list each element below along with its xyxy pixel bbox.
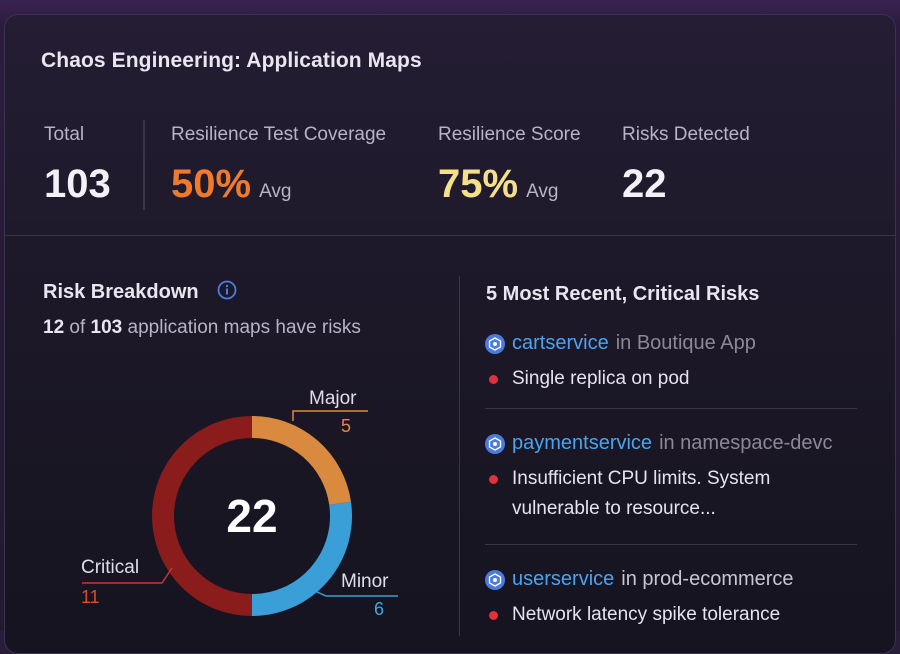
service-link-paymentservice[interactable]: paymentservice	[512, 432, 652, 455]
major-count: 5	[341, 416, 352, 436]
donut-total: 22	[226, 490, 278, 542]
risk-description: Single replica on pod	[512, 368, 690, 389]
critical-dot-icon	[489, 611, 498, 620]
risk-item[interactable]: paymentservice in namespace-devc Insuffi…	[485, 432, 865, 524]
critical-dot-icon	[489, 375, 498, 384]
stat-risks-value: 22	[622, 160, 667, 208]
critical-count: 11	[81, 587, 100, 607]
list-divider	[485, 544, 857, 545]
critical-label: Critical	[81, 557, 140, 578]
service-link-userservice[interactable]: userservice	[512, 568, 614, 591]
minor-label: Minor	[341, 571, 389, 592]
kubernetes-icon	[485, 433, 505, 454]
service-link-cartservice[interactable]: cartservice	[512, 332, 609, 355]
stat-risks-label: Risks Detected	[622, 124, 750, 145]
service-context: in namespace-devc	[659, 432, 833, 454]
major-leader-line	[292, 410, 368, 421]
service-context: in Boutique App	[615, 332, 756, 354]
critical-dot-icon	[489, 475, 498, 484]
major-label: Major	[309, 388, 357, 409]
stat-score-suffix: Avg	[526, 181, 559, 202]
column-divider	[459, 276, 460, 636]
recent-risks-title: 5 Most Recent, Critical Risks	[486, 283, 760, 305]
kubernetes-icon	[485, 333, 505, 354]
minor-count: 6	[374, 599, 385, 619]
service-context: in prod-ecommerce	[621, 568, 794, 590]
risk-description: Insufficient CPU limits. System vulnerab…	[512, 468, 771, 519]
stat-risks-number: 22	[622, 162, 667, 206]
risk-item[interactable]: cartservice in Boutique App Single repli…	[485, 332, 865, 394]
list-divider	[485, 408, 857, 409]
risk-item[interactable]: userservice in prod-ecommerce Network la…	[485, 568, 865, 630]
risk-description: Network latency spike tolerance	[512, 604, 781, 625]
kubernetes-icon	[485, 569, 505, 590]
